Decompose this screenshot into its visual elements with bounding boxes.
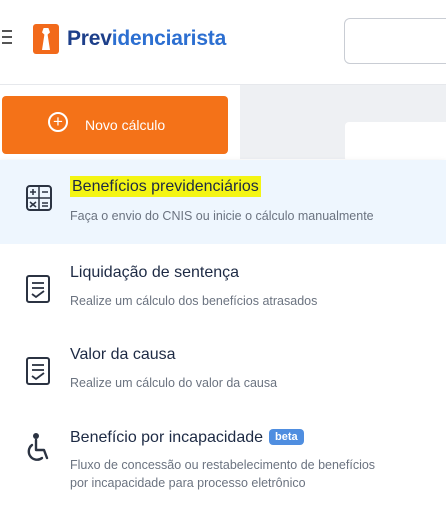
logo-text[interactable]: Previdenciarista	[67, 27, 226, 51]
menu-item-beneficios-previdenciarios[interactable]: Benefícios previdenciários Faça o envio …	[0, 160, 446, 244]
calculation-type-menu: Benefícios previdenciários Faça o envio …	[0, 160, 446, 508]
logo-icon	[33, 24, 59, 54]
document-icon	[26, 357, 50, 385]
menu-item-liquidacao-sentenca[interactable]: Liquidação de sentença Realize um cálcul…	[0, 244, 446, 328]
document-icon	[26, 275, 50, 303]
item-description: Fluxo de concessão ou restabelecimento d…	[70, 456, 375, 492]
item-title: Benefícios previdenciários	[70, 176, 261, 197]
calculator-icon	[26, 185, 52, 211]
new-calculation-label: Novo cálculo	[85, 117, 166, 133]
beta-badge: beta	[269, 429, 304, 445]
item-description: Realize um cálculo dos benefícios atrasa…	[70, 294, 318, 308]
item-title: Valor da causa	[70, 346, 176, 363]
plus-circle-icon: +	[48, 112, 68, 132]
item-description-line: por incapacidade para processo eletrônic…	[70, 476, 306, 490]
search-input[interactable]	[344, 18, 446, 64]
menu-icon[interactable]	[2, 30, 12, 50]
item-title: Liquidação de sentença	[70, 264, 240, 281]
menu-item-beneficio-incapacidade[interactable]: Benefício por incapacidade beta Fluxo de …	[0, 412, 446, 508]
wheelchair-icon	[27, 433, 49, 461]
item-description-line: Fluxo de concessão ou restabelecimento d…	[70, 458, 376, 472]
item-description: Faça o envio do CNIS ou inicie o cálculo…	[70, 209, 374, 223]
app-header: Previdenciarista	[0, 0, 446, 85]
new-calculation-button[interactable]: + Novo cálculo	[2, 96, 228, 154]
item-title: Benefício por incapacidade	[70, 429, 264, 446]
item-description: Realize um cálculo do valor da causa	[70, 376, 278, 390]
content-card	[345, 122, 446, 162]
menu-item-valor-causa[interactable]: Valor da causa Realize um cálculo do val…	[0, 328, 446, 412]
